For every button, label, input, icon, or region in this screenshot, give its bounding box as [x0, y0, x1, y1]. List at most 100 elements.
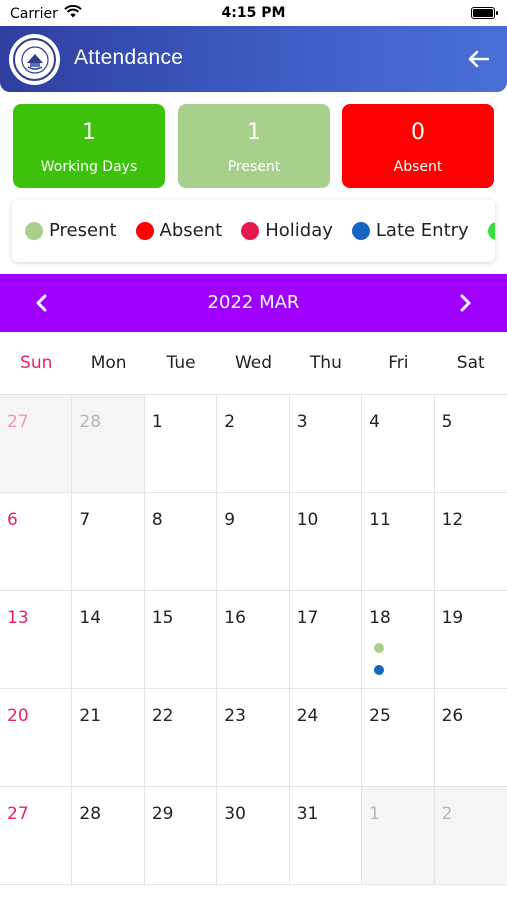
calendar-day-cell[interactable]: 24 — [289, 689, 363, 787]
present-label: Present — [227, 159, 281, 175]
working-days-label: Working Days — [40, 159, 138, 175]
calendar-day-cell[interactable]: 6 — [0, 493, 73, 591]
absent-label: Absent — [393, 159, 443, 175]
day-number: 17 — [296, 608, 319, 628]
calendar-day-cell[interactable]: 16 — [217, 591, 290, 689]
calendar-day-cell[interactable]: 19 — [434, 591, 507, 689]
calendar-day-cell[interactable]: 20 — [0, 689, 73, 787]
legend-item: Late Entry — [351, 220, 469, 241]
present-card: 1 Present — [178, 104, 330, 188]
day-number: 30 — [224, 804, 246, 824]
day-number: 6 — [7, 510, 18, 530]
calendar-day-cell[interactable]: 29 — [144, 787, 218, 885]
legend-label: Present — [49, 220, 117, 241]
day-number: 23 — [224, 706, 246, 726]
legend-dot-icon — [25, 221, 43, 240]
weekday-label: Thu — [309, 353, 342, 373]
calendar-day-cell[interactable]: 27 — [0, 787, 73, 885]
calendar-day-cell[interactable]: 15 — [144, 591, 218, 689]
legend-dot-icon — [351, 221, 370, 240]
day-number: 1 — [151, 412, 163, 432]
working-days-card: 1 Working Days — [13, 104, 165, 188]
weekday-label: Tue — [166, 353, 196, 373]
day-number: 18 — [369, 608, 391, 628]
calendar-day-cell[interactable]: 18 — [362, 591, 435, 689]
calendar-day-cell[interactable]: 14 — [72, 591, 145, 689]
calendar-day-cell[interactable]: 13 — [0, 591, 73, 689]
next-month-button[interactable] — [450, 288, 480, 318]
day-number: 29 — [151, 804, 174, 824]
legend-track: Present Absent Holiday Late Entry — [25, 220, 495, 241]
working-days-count: 1 — [82, 120, 96, 145]
calendar-day-cell[interactable]: 10 — [289, 493, 363, 591]
status-time: 4:15 PM — [221, 5, 286, 21]
legend-dot-icon — [135, 221, 154, 240]
legend-label: Late Entry — [375, 220, 469, 241]
summary-cards: 1 Working Days 1 Present 0 Absent — [13, 104, 495, 188]
calendar-day-cell[interactable]: 25 — [362, 689, 435, 787]
calendar-day-cell[interactable]: 23 — [217, 689, 290, 787]
calendar-day-cell[interactable]: 8 — [144, 493, 218, 591]
calendar-day-cell[interactable]: 30 — [217, 787, 290, 885]
calendar-day-cell[interactable]: 2 — [434, 787, 507, 885]
day-number: 20 — [7, 706, 29, 726]
legend[interactable]: Present Absent Holiday Late Entry — [12, 200, 495, 262]
status-bar: Carrier 4:15 PM — [0, 0, 507, 26]
calendar-day-cell[interactable]: 17 — [289, 591, 363, 689]
calendar-day-cell[interactable]: 5 — [434, 395, 507, 493]
day-number: 1 — [369, 804, 380, 824]
legend-label: Holiday — [265, 220, 333, 241]
calendar-day-cell[interactable]: 7 — [72, 493, 145, 591]
calendar-day-cell[interactable]: 28 — [72, 395, 145, 493]
calendar-day-cell[interactable]: 22 — [144, 689, 218, 787]
day-number: 10 — [296, 510, 319, 530]
weekday-label: Sun — [20, 353, 53, 373]
calendar-day-cell[interactable]: 4 — [362, 395, 435, 493]
legend-item: Holiday — [241, 220, 333, 241]
day-number: 27 — [7, 412, 29, 432]
day-number: 14 — [79, 608, 102, 628]
calendar-day-cell[interactable]: 21 — [72, 689, 145, 787]
calendar-grid: 27 28 1 2 3 4 5 6 7 8 9 10 11 12 13 14 15 16 17 18 19 20 21 22 2… — [0, 394, 507, 885]
attendance-marker-icon — [374, 665, 385, 675]
day-number: 5 — [441, 412, 453, 432]
calendar-day-cell[interactable]: 9 — [217, 493, 290, 591]
day-number: 7 — [79, 510, 91, 530]
calendar-day-cell[interactable]: 1 — [362, 787, 435, 885]
day-number: 8 — [151, 510, 163, 530]
day-number: 25 — [369, 706, 391, 726]
day-number: 12 — [441, 510, 464, 530]
attendance-marker-icon — [374, 643, 385, 653]
day-number: 11 — [369, 510, 391, 530]
calendar-day-cell[interactable]: 28 — [72, 787, 145, 885]
day-number: 3 — [296, 412, 308, 432]
arrow-left-icon — [468, 50, 489, 68]
calendar-day-cell[interactable]: 3 — [289, 395, 363, 493]
calendar-day-cell[interactable]: 12 — [434, 493, 507, 591]
calendar-day-cell[interactable]: 31 — [289, 787, 363, 885]
day-number: 28 — [79, 804, 102, 824]
calendar-day-cell[interactable]: 2 — [217, 395, 290, 493]
legend-item: Absent — [135, 220, 222, 241]
legend-dot-icon — [487, 221, 495, 240]
legend-dot-icon — [241, 221, 260, 240]
calendar-day-cell[interactable]: 27 — [0, 395, 73, 493]
school-seal-icon — [9, 34, 60, 85]
present-count: 1 — [247, 120, 261, 145]
weekday-label: Wed — [234, 353, 273, 373]
weekday-header: Sun Mon Tue Wed Thu Fri Sat — [0, 332, 507, 394]
chevron-right-icon — [460, 294, 471, 312]
page-title: Attendance — [74, 46, 184, 69]
day-number: 21 — [79, 706, 102, 726]
day-number: 31 — [296, 804, 319, 824]
legend-item — [487, 220, 495, 241]
calendar-day-cell[interactable]: 1 — [144, 395, 218, 493]
day-number: 26 — [441, 706, 464, 726]
calendar-day-cell[interactable]: 11 — [362, 493, 435, 591]
weekday-label: Fri — [388, 353, 409, 373]
calendar-day-cell[interactable]: 26 — [434, 689, 507, 787]
back-button[interactable] — [463, 44, 493, 74]
month-bar: 2022 MAR — [0, 274, 507, 332]
absent-count: 0 — [411, 120, 425, 145]
day-number: 2 — [441, 804, 453, 824]
